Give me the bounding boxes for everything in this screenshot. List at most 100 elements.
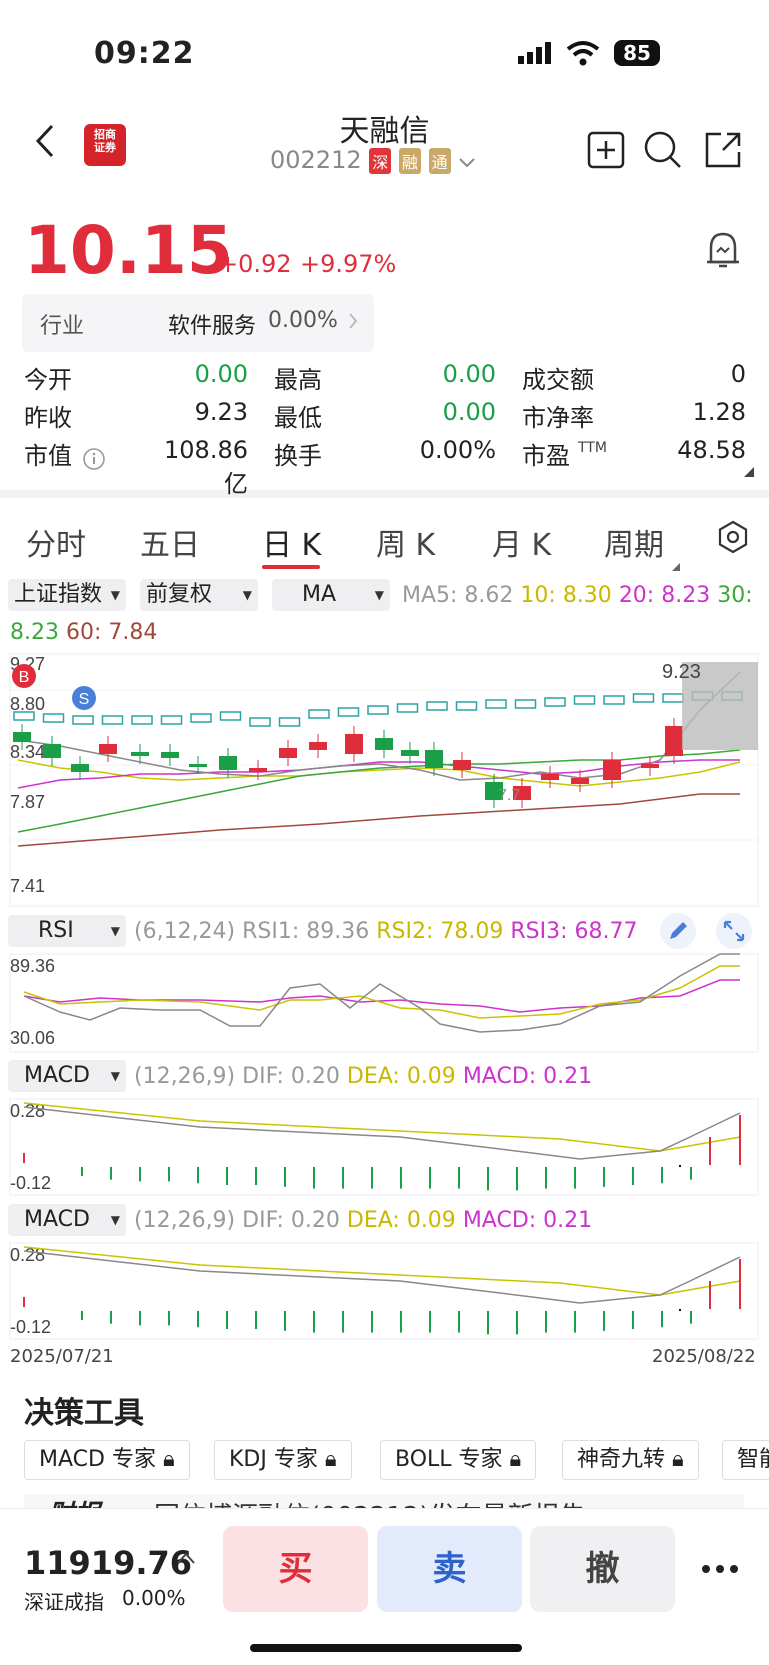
tools-title: 决策工具 [24, 1396, 144, 1431]
tool-kdj-expert[interactable]: KDJ 专家 🔒︎ [214, 1440, 352, 1480]
tool-nine-turn[interactable]: 神奇九转 🔒︎ [562, 1440, 699, 1480]
search-icon[interactable] [643, 130, 683, 174]
hollow-candle [42, 713, 65, 723]
battery-level: 85 [623, 41, 651, 65]
tab-active-underline [262, 565, 320, 569]
candle-body [99, 744, 117, 754]
candle-body [13, 732, 31, 742]
tab-week-k[interactable]: 周 K [376, 520, 435, 564]
rsi3-legend: RSI3: 68.77 [510, 919, 638, 944]
candle-body [189, 764, 207, 767]
macd-select-label-1: MACD [24, 1063, 90, 1088]
ma60-legend: 60: 7.84 [65, 620, 158, 645]
ma30-legend-label: 30: [717, 583, 753, 608]
dropdown-arrow-icon: ▼ [110, 1213, 120, 1227]
stat-label: 市值 [24, 442, 72, 470]
hollow-candle [278, 717, 301, 727]
chevron-right-icon [348, 312, 358, 334]
tab-month-k[interactable]: 月 K [492, 520, 551, 564]
rsi1-legend: RSI1: 89.36 [242, 919, 370, 944]
candle-body [425, 750, 443, 768]
chevron-up-icon[interactable] [176, 1550, 196, 1569]
dropdown-arrow-icon: ▼ [110, 588, 120, 602]
index-select[interactable]: 上证指数 ▼ [8, 579, 126, 611]
tool-macd-expert[interactable]: MACD 专家 🔒︎ [24, 1440, 190, 1480]
hollow-candle [367, 705, 389, 715]
ma-select[interactable]: MA ▼ [272, 579, 390, 611]
candle-body [571, 778, 589, 784]
lock-icon: 🔒︎ [162, 1447, 175, 1472]
buy-button[interactable]: 买 [223, 1526, 368, 1612]
share-icon[interactable] [703, 130, 743, 174]
hollow-candle [219, 711, 242, 721]
macd-dea-1: DEA: 0.09 [346, 1064, 456, 1089]
candle-body [603, 760, 621, 780]
hollow-candle [13, 711, 35, 721]
macd-params-2: (12,26,9) [134, 1208, 236, 1233]
price-axis-label: 8.80 [10, 694, 45, 714]
dea-line [23, 1102, 741, 1152]
rsi-select[interactable]: RSI ▼ [8, 915, 126, 947]
expand-icon[interactable] [716, 913, 752, 949]
index-value[interactable]: 11919.76 [24, 1544, 192, 1582]
section-divider [0, 490, 769, 498]
hollow-candle [544, 697, 566, 707]
candle-body [665, 726, 683, 756]
add-watch-icon[interactable] [587, 131, 625, 173]
lock-icon: 🔒︎ [672, 1447, 684, 1472]
cancel-button[interactable]: 撤 [530, 1526, 675, 1612]
industry-row[interactable]: 行业 软件服务 0.00% [22, 294, 374, 352]
dif-line [23, 1250, 741, 1304]
lock-icon: 🔒︎ [509, 1447, 522, 1472]
macd-value-2: MACD: 0.21 [462, 1208, 593, 1233]
hollow-candle [131, 715, 153, 725]
candlestick-chart[interactable]: 9.278.808.347.877.41BS9.237.7 [0, 650, 769, 912]
rsi-params: (6,12,24) [134, 919, 236, 944]
ma-legend-line1: MA5: 8.62 10: 8.30 20: 8.23 30: [402, 583, 753, 608]
tab-day-k[interactable]: 日 K [262, 520, 321, 564]
stat-label: 市盈 [522, 442, 570, 470]
macd-select-1[interactable]: MACD ▼ [8, 1060, 126, 1092]
settings-gear-icon[interactable] [716, 520, 750, 558]
rsi-axis-bottom: 30.06 [10, 1028, 55, 1048]
tab-period[interactable]: 周期 [604, 520, 664, 564]
stat-label: 换手 [274, 442, 322, 470]
dropdown-arrow-icon: ▼ [374, 588, 384, 602]
period-corner-icon [672, 556, 680, 575]
more-icon[interactable] [700, 1560, 740, 1579]
hollow-candle [573, 695, 596, 705]
info-icon[interactable] [82, 447, 106, 475]
stat-label: 今开 [24, 366, 72, 394]
edit-pencil-icon[interactable] [660, 913, 696, 949]
tag-tong: 通 [428, 148, 451, 174]
tool-boll-expert[interactable]: BOLL 专家 🔒︎ [380, 1440, 537, 1480]
home-indicator [250, 1644, 522, 1652]
tool-smart[interactable]: 智能 [722, 1440, 769, 1480]
stat-value: 0.00 [442, 360, 496, 388]
macd-select-2[interactable]: MACD ▼ [8, 1204, 126, 1236]
tab-five-day[interactable]: 五日 [140, 520, 200, 564]
price-change: +0.92 [218, 250, 292, 278]
candle-body [375, 738, 393, 750]
macd-dif-1: DIF: 0.20 [242, 1064, 340, 1089]
hollow-candle [485, 699, 507, 709]
macd-value-1: MACD: 0.21 [462, 1064, 593, 1089]
alert-bell-icon[interactable] [703, 228, 743, 276]
stock-code-row[interactable]: 002212 深 融 通 [270, 146, 476, 175]
tab-intraday[interactable]: 分时 [26, 520, 86, 564]
stock-code: 002212 [270, 146, 362, 174]
hollow-candle [662, 693, 684, 703]
sell-button[interactable]: 卖 [377, 1526, 522, 1612]
dea-line [23, 1246, 741, 1296]
adjust-select[interactable]: 前复权 ▼ [140, 579, 258, 611]
price-axis-label: 7.41 [10, 876, 45, 896]
adjust-select-label: 前复权 [146, 582, 213, 607]
industry-pct: 0.00% [268, 308, 338, 333]
rsi-legend: (6,12,24) RSI1: 89.36 RSI2: 78.09 RSI3: … [134, 919, 638, 944]
battery-icon: 85 [614, 40, 660, 66]
candle-body [309, 742, 327, 750]
candle-body [71, 764, 89, 772]
tool-nine-turn-label: 神奇九转 [577, 1447, 666, 1472]
ma-line [17, 793, 740, 847]
stat-label: 最高 [274, 366, 322, 394]
